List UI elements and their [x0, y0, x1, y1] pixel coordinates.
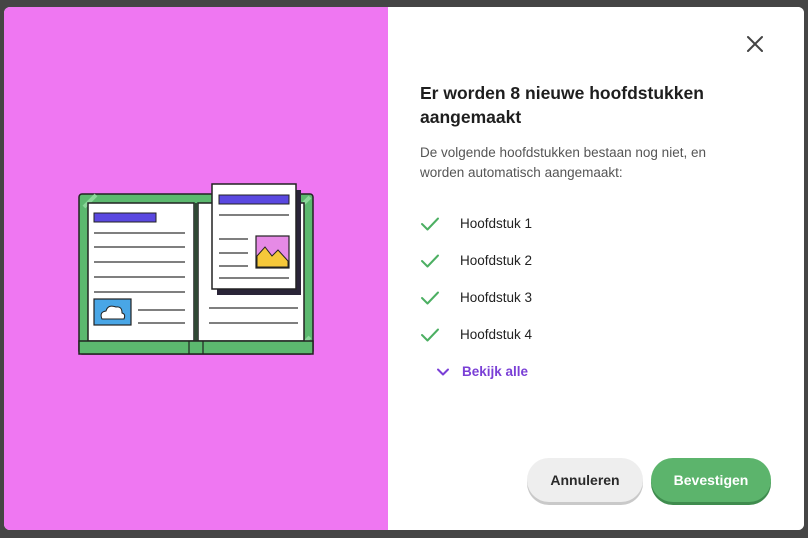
close-icon [747, 36, 763, 52]
illustration-panel [4, 7, 388, 530]
close-button[interactable] [742, 31, 768, 57]
chapter-label: Hoofdstuk 1 [460, 216, 533, 231]
check-icon [420, 286, 444, 310]
content-panel: Er worden 8 nieuwe hoofdstukken aangemaa… [388, 7, 804, 530]
check-icon [420, 212, 444, 236]
cancel-button[interactable]: Annuleren [527, 458, 643, 502]
view-all-label: Bekijk alle [462, 364, 529, 379]
chapter-list: Hoofdstuk 1 Hoofdstuk 2 Hoofdstuk 3 Hoof… [420, 205, 532, 353]
check-icon [420, 249, 444, 273]
confirm-chapters-dialog: Er worden 8 nieuwe hoofdstukken aangemaa… [4, 7, 804, 530]
chapter-label: Hoofdstuk 2 [460, 253, 533, 268]
list-item: Hoofdstuk 2 [420, 242, 532, 279]
chapter-label: Hoofdstuk 4 [460, 327, 533, 342]
chapter-label: Hoofdstuk 3 [460, 290, 533, 305]
confirm-button[interactable]: Bevestigen [651, 458, 771, 502]
dialog-title: Er worden 8 nieuwe hoofdstukken aangemaa… [420, 83, 704, 127]
list-item: Hoofdstuk 1 [420, 205, 532, 242]
list-item: Hoofdstuk 4 [420, 316, 532, 353]
chevron-down-icon [436, 367, 450, 377]
list-item: Hoofdstuk 3 [420, 279, 532, 316]
backdrop: Er worden 8 nieuwe hoofdstukken aangemaa… [0, 0, 808, 538]
open-book-illustration [78, 183, 314, 355]
check-icon [420, 323, 444, 347]
dialog-description: De volgende hoofdstukken bestaan nog nie… [420, 145, 706, 180]
view-all-button[interactable]: Bekijk alle [436, 364, 528, 379]
